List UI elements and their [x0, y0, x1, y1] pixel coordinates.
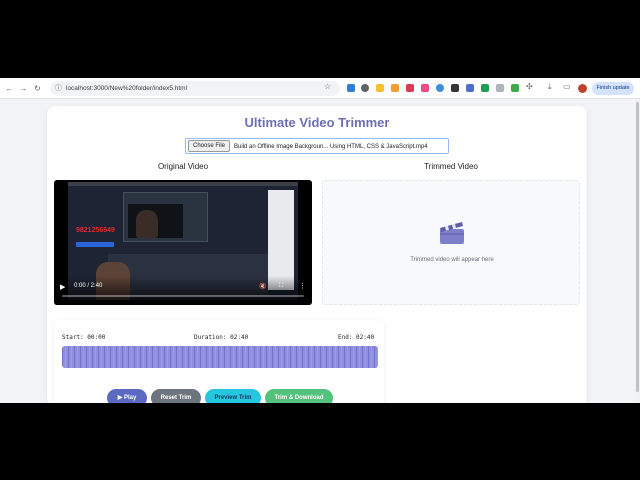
video-controls [54, 276, 312, 305]
fullscreen-icon[interactable]: ⛶ [279, 283, 283, 290]
file-name: Build an Offline Image Backgroun... Usin… [234, 144, 428, 150]
extension-icon[interactable] [496, 84, 504, 92]
extension-icon[interactable] [466, 84, 474, 92]
preview-trim-button[interactable]: Preview Trim [205, 389, 261, 403]
video-frame-bar [68, 182, 298, 186]
finish-update-button[interactable]: Finish update [592, 82, 634, 95]
trimmed-placeholder-text: Trimmed video will appear here [410, 257, 494, 263]
video-frame-sidepanel [268, 190, 294, 290]
browser-window: ← → ↻ ⓘ localhost:3000/New%20folder/inde… [0, 78, 640, 403]
site-info-icon[interactable]: ⓘ [55, 84, 64, 93]
avatar[interactable] [578, 84, 587, 93]
extension-icon[interactable] [481, 84, 489, 92]
tab-groups-icon[interactable]: ▭ [563, 82, 571, 91]
video-overlay-number: 9821256649 [76, 227, 115, 234]
extension-icon[interactable] [391, 84, 399, 92]
trimmed-video-placeholder: Trimmed video will appear here [322, 180, 580, 305]
browser-toolbar: ← → ↻ ⓘ localhost:3000/New%20folder/inde… [0, 78, 640, 99]
extension-icon[interactable] [421, 84, 429, 92]
trim-download-button[interactable]: Trim & Download [265, 389, 333, 403]
download-icon[interactable]: ⤓ [548, 82, 552, 92]
bookmark-star-icon[interactable]: ☆ [324, 82, 331, 91]
puzzle-icon[interactable]: ✣ [526, 82, 533, 91]
video-frame-highlight [76, 242, 114, 247]
extension-icon[interactable] [376, 84, 384, 92]
letterbox-bottom [0, 403, 640, 480]
clapperboard-icon [440, 222, 464, 244]
choose-file-button[interactable]: Choose File [188, 140, 230, 152]
scrollbar[interactable] [635, 99, 640, 403]
extension-icon[interactable] [511, 84, 519, 92]
play-icon[interactable]: ▶ [60, 283, 65, 291]
reset-trim-button[interactable]: Reset Trim [151, 389, 201, 403]
scrollbar-thumb[interactable] [636, 102, 639, 392]
video-progress-bar[interactable] [62, 295, 304, 297]
extension-icon[interactable] [406, 84, 414, 92]
app-container: Ultimate Video Trimmer Choose File Build… [47, 106, 587, 403]
url-text: localhost:3000/New%20folder/index5.html [66, 85, 188, 92]
trim-start-label: Start: 00:00 [62, 334, 106, 341]
page-title: Ultimate Video Trimmer [244, 115, 390, 130]
trim-duration-label: Duration: 02:40 [194, 334, 249, 341]
waveform-timeline[interactable] [62, 346, 378, 368]
trim-controls: Start: 00:00 Duration: 02:40 End: 02:40 … [54, 320, 384, 403]
trim-end-label: End: 02:40 [338, 334, 375, 341]
more-options-icon[interactable]: ⋮ [299, 282, 306, 290]
extension-icon[interactable] [347, 84, 355, 92]
video-frame-person [136, 210, 158, 238]
reload-icon[interactable]: ↻ [32, 83, 43, 94]
extension-icon[interactable] [451, 84, 459, 92]
file-input[interactable]: Choose File Build an Offline Image Backg… [185, 138, 449, 154]
forward-icon[interactable]: → [18, 83, 29, 94]
address-bar[interactable]: ⓘ localhost:3000/New%20folder/index5.htm… [50, 81, 340, 96]
original-video-player[interactable]: 9821256649 ▶ 0:00 / 2:40 🔇 ⛶ ⋮ [54, 180, 312, 305]
back-icon[interactable]: ← [4, 83, 15, 94]
original-video-label: Original Video [157, 162, 209, 171]
video-time: 0:00 / 2:40 [74, 283, 103, 289]
play-button[interactable]: ▶ Play [107, 389, 147, 403]
extension-icon[interactable] [361, 84, 369, 92]
letterbox-top [0, 0, 640, 78]
trimmed-video-label: Trimmed Video [424, 162, 478, 171]
volume-icon[interactable]: 🔇 [259, 283, 266, 290]
extension-icon[interactable] [436, 84, 444, 92]
